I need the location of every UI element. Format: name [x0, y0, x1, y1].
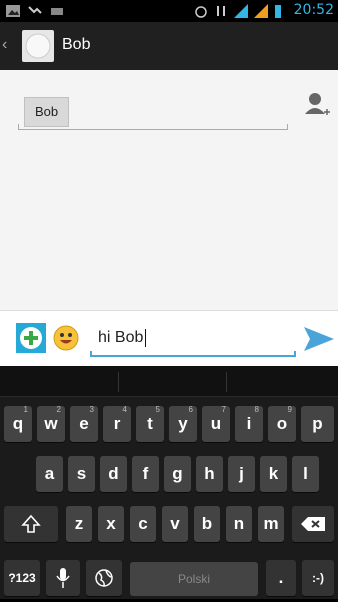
emoji-icon[interactable]: [53, 325, 79, 351]
period-key[interactable]: .: [266, 560, 296, 596]
missed-call-icon: [28, 4, 42, 16]
key-g[interactable]: g: [164, 456, 191, 492]
key-h[interactable]: h: [196, 456, 223, 492]
key-v[interactable]: v: [162, 506, 188, 542]
back-chevron-icon[interactable]: ‹: [2, 36, 7, 54]
symbols-key[interactable]: ?123: [4, 560, 40, 596]
key-n[interactable]: n: [226, 506, 252, 542]
key-i[interactable]: 8i: [235, 405, 263, 442]
key-k[interactable]: k: [260, 456, 287, 492]
message-input[interactable]: hi Bob: [90, 321, 296, 357]
contact-avatar[interactable]: [22, 30, 54, 62]
smiley-key[interactable]: :-): [302, 560, 334, 596]
key-t[interactable]: 5t: [136, 405, 164, 442]
key-a[interactable]: a: [36, 456, 63, 492]
text-caret: [145, 328, 147, 347]
backspace-key[interactable]: [292, 506, 334, 542]
key-y[interactable]: 6y: [169, 405, 197, 442]
add-contact-icon[interactable]: [304, 92, 330, 120]
key-p[interactable]: p: [301, 406, 334, 442]
language-key[interactable]: [86, 560, 122, 596]
suggestion-strip[interactable]: [0, 366, 338, 397]
compose-bar: hi Bob: [0, 310, 338, 367]
key-d[interactable]: d: [100, 456, 127, 492]
key-w[interactable]: 2w: [37, 405, 65, 442]
data-transfer-icon: [214, 4, 228, 16]
message-text: hi Bob: [98, 329, 144, 346]
mic-key[interactable]: [46, 560, 80, 596]
soft-keyboard: 1q 2w 3e 4r 5t 6y 7u 8i 9o p a s d f g h…: [0, 366, 338, 599]
conversation-title: Bob: [62, 36, 91, 53]
key-l[interactable]: l: [292, 456, 319, 492]
shift-key[interactable]: [4, 506, 58, 542]
key-r[interactable]: 4r: [103, 405, 131, 442]
key-c[interactable]: c: [130, 506, 156, 542]
gallery-notification-icon: [6, 4, 20, 17]
action-bar: ‹ Bob: [0, 22, 338, 70]
key-x[interactable]: x: [98, 506, 124, 542]
key-j[interactable]: j: [228, 456, 255, 492]
key-z[interactable]: z: [66, 506, 92, 542]
key-f[interactable]: f: [132, 456, 159, 492]
backspace-icon: [301, 517, 325, 531]
key-o[interactable]: 9o: [268, 405, 296, 442]
add-icon: [20, 327, 42, 349]
key-b[interactable]: b: [194, 506, 220, 542]
recipient-chip[interactable]: Bob: [24, 97, 70, 127]
keyboard-notification-icon: [50, 4, 64, 16]
signal-strength-icon: [233, 4, 248, 18]
recipient-field[interactable]: [18, 124, 288, 130]
microphone-icon: [56, 568, 70, 588]
status-time: 20:52: [293, 2, 334, 18]
shift-icon: [21, 514, 41, 533]
key-u[interactable]: 7u: [202, 405, 230, 442]
key-q[interactable]: 1q: [4, 405, 32, 442]
key-s[interactable]: s: [68, 456, 95, 492]
signal-strength-2-icon: [253, 4, 268, 18]
send-button[interactable]: [304, 325, 334, 353]
space-bar[interactable]: Polski: [130, 562, 258, 596]
globe-icon: [95, 569, 113, 587]
alarm-icon: [194, 4, 208, 18]
send-icon: [304, 327, 334, 351]
attach-button[interactable]: [16, 323, 46, 353]
key-e[interactable]: 3e: [70, 405, 98, 442]
status-bar: 20:52: [0, 0, 338, 22]
battery-icon: [274, 4, 288, 18]
key-m[interactable]: m: [258, 506, 284, 542]
conversation-area: Bob: [0, 70, 338, 310]
